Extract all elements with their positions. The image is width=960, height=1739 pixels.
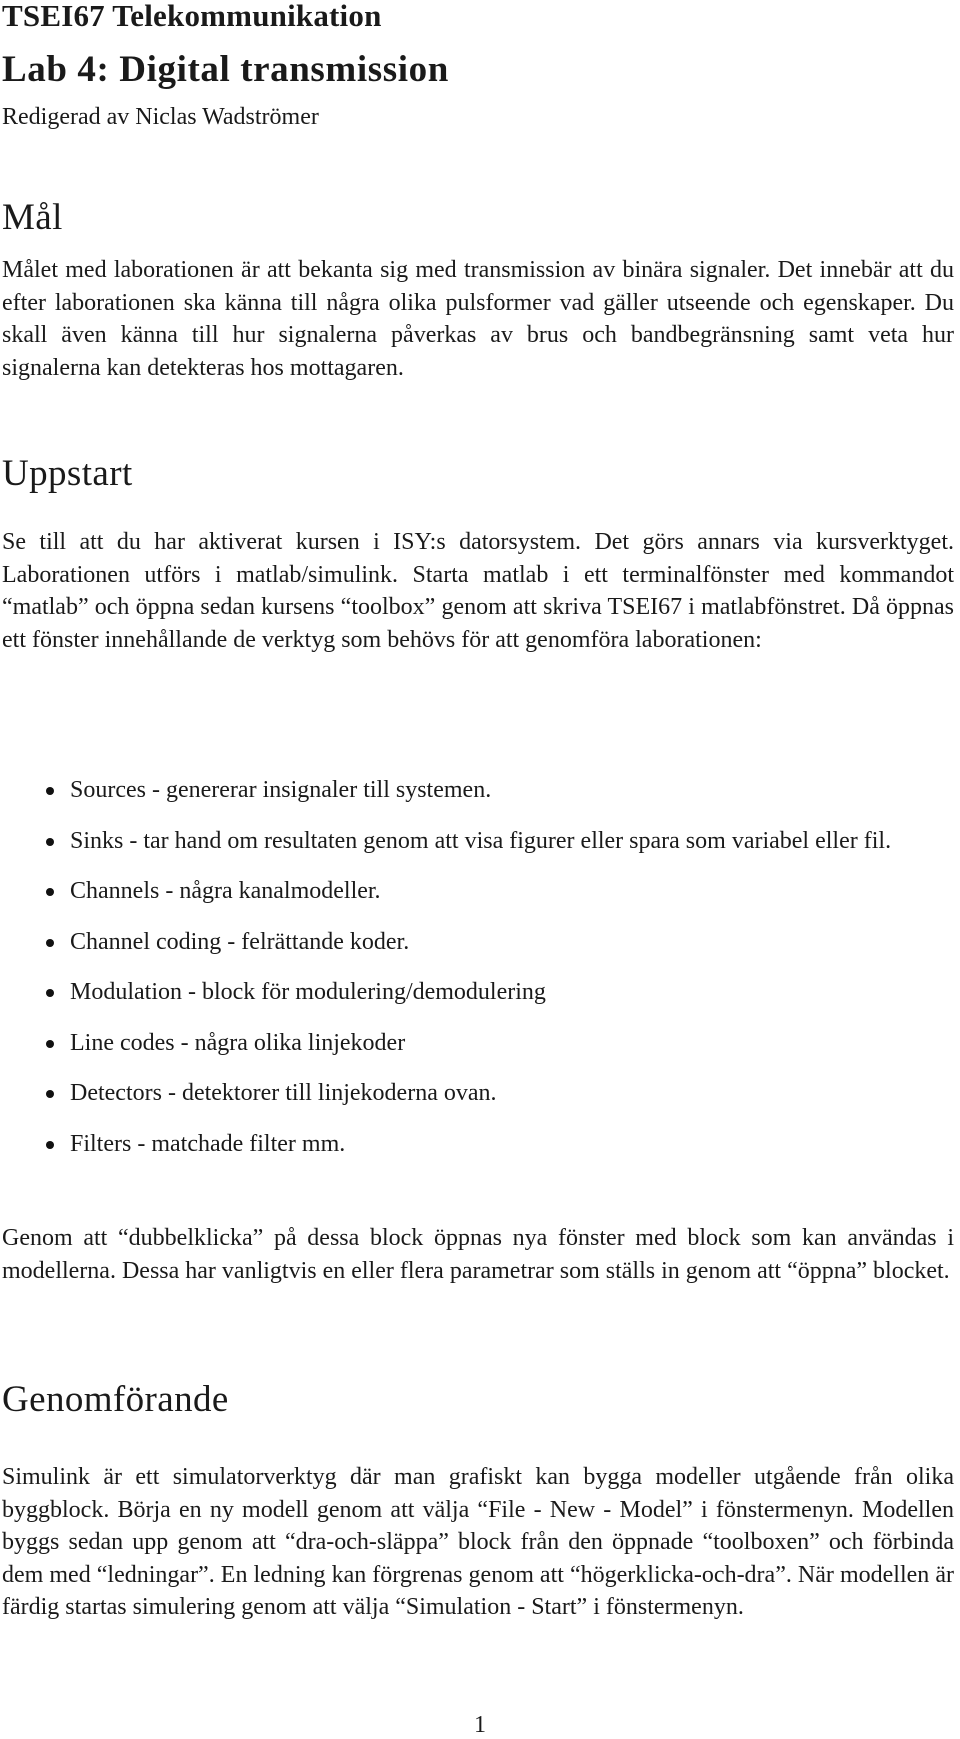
list-item-text: Modulation - block för modulering/demodu… <box>70 979 546 1005</box>
list-item: Filters - matchade filter mm. <box>2 1128 954 1161</box>
list-item: Channels - några kanalmodeller. <box>2 875 954 908</box>
bullet-icon <box>46 989 54 997</box>
list-item: Detectors - detektorer till linjekoderna… <box>2 1077 954 1110</box>
author-line: Redigerad av Niclas Wadströmer <box>2 104 319 130</box>
bullet-icon <box>46 787 54 795</box>
list-item-text: Line codes - några olika linjekoder <box>70 1029 406 1056</box>
section-heading-uppstart: Uppstart <box>2 453 133 494</box>
lab-title: Lab 4: Digital transmission <box>2 49 449 90</box>
bullet-icon <box>46 1140 54 1149</box>
list-item-text: Sources - genererar insignaler till syst… <box>70 777 492 803</box>
list-item-text: Channel coding - felrättande koder. <box>70 928 410 955</box>
paragraph-dubbelklicka: Genom att “dubbelklicka” på dessa block … <box>2 1225 954 1284</box>
list-item-text: Filters - matchade filter mm. <box>70 1130 346 1157</box>
section-heading-mal: Mål <box>2 197 63 238</box>
list-item: Channel coding - felrättande koder. <box>2 926 954 959</box>
list-item: Sources - genererar insignaler till syst… <box>2 774 954 807</box>
page-number: 1 <box>474 1712 486 1738</box>
section-heading-genomforande: Genomförande <box>2 1379 229 1420</box>
list-item: Modulation - block för modulering/demodu… <box>2 976 954 1009</box>
paragraph-mal: Målet med laborationen är att bekanta si… <box>2 257 954 381</box>
paragraph-genomforande: Simulink är ett simulatorverktyg där man… <box>2 1464 954 1620</box>
bullet-icon <box>46 837 54 846</box>
course-title: TSEI67 Telekommunikation <box>2 0 382 33</box>
list-item: Line codes - några olika linjekoder <box>2 1027 954 1060</box>
bullet-icon <box>46 938 54 947</box>
bullet-icon <box>46 1090 54 1098</box>
bullet-icon <box>46 888 54 896</box>
list-item-text: Channels - några kanalmodeller. <box>70 878 381 904</box>
list-item-text: Detectors - detektorer till linjekoderna… <box>70 1080 497 1106</box>
list-item: Sinks - tar hand om resultaten genom att… <box>2 825 954 858</box>
paragraph-uppstart: Se till att du har aktiverat kursen i IS… <box>2 529 954 653</box>
list-item-text: Sinks - tar hand om resultaten genom att… <box>70 827 892 854</box>
toolbox-list: Sources - genererar insignaler till syst… <box>2 774 954 1178</box>
bullet-icon <box>46 1039 54 1048</box>
